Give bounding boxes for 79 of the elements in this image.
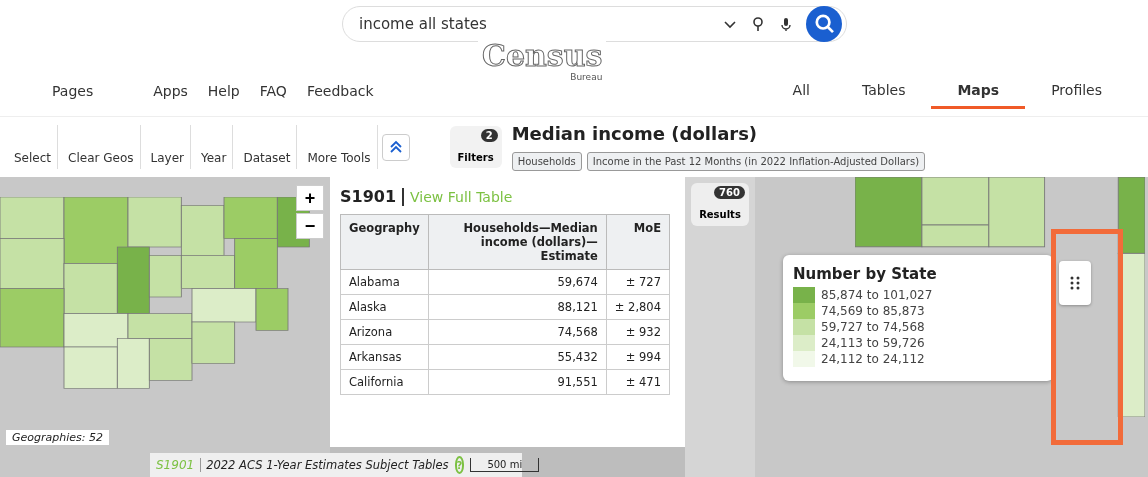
scale-bar: 500 mi [470,458,540,472]
state-shape[interactable] [0,197,65,240]
table-cell: ± 2,804 [606,294,670,320]
state-shape[interactable] [127,197,182,248]
state-shape[interactable] [63,313,129,348]
state-shape[interactable] [0,288,65,348]
state-shape[interactable] [988,177,1046,248]
state-shape[interactable] [116,246,150,315]
legend-label: 24,113 to 59,726 [821,336,925,350]
census-logo[interactable]: Census [482,40,603,72]
state-shape[interactable] [191,321,236,365]
search-icon[interactable] [806,6,842,42]
table-code: S1901 [340,187,397,206]
state-shape[interactable] [1117,177,1145,254]
table-cell: ± 471 [606,369,670,395]
column-header: Geography [340,214,429,270]
table-cell: 74,568 [428,319,607,345]
state-shape[interactable] [921,224,990,248]
results-button[interactable]: 760 Results [691,183,749,226]
search-input[interactable]: income all states [357,14,710,34]
table-cell: ± 727 [606,269,670,295]
search-field[interactable]: income all states [342,6,847,42]
legend-label: 59,727 to 74,568 [821,320,925,334]
state-shape[interactable] [63,263,118,315]
nav-tab[interactable]: All [766,73,836,109]
table-cell: 59,674 [428,269,607,295]
dataset-name: 2022 ACS 1-Year Estimates Subject Tables [200,458,449,472]
column-header: MoE [606,214,670,270]
state-shape[interactable] [180,254,236,290]
table-cell: Alaska [340,294,429,320]
state-shape[interactable] [234,238,278,290]
nav-link[interactable]: FAQ [259,83,287,99]
state-shape[interactable] [148,254,182,298]
nav-link[interactable]: Pages [52,83,94,99]
nav-link[interactable]: Help [207,83,240,99]
state-shape[interactable] [63,346,118,390]
table-cell: ± 994 [606,344,670,370]
geographies-count: Geographies: 52 [6,430,109,445]
logo-subtitle: Bureau [570,72,603,82]
state-shape[interactable] [255,288,289,331]
state-shape[interactable] [116,338,150,390]
legend-label: 85,874 to 101,027 [821,288,933,302]
filter-chip[interactable]: Income in the Past 12 Months (in 2022 Inflation-Adjusted Dollars) [586,152,926,171]
filter-chip[interactable]: Households [511,152,582,171]
table-cell: ± 932 [606,319,670,345]
table-cell: Alabama [340,269,429,295]
table-cell: Arkansas [340,344,429,370]
location-icon[interactable] [750,16,766,32]
table-cell: Arizona [340,319,429,345]
zoom-in-button[interactable]: + [296,185,324,211]
state-shape[interactable] [63,197,129,265]
state-shape[interactable] [180,204,225,256]
state-shape[interactable] [148,338,193,381]
nav-tab[interactable]: Tables [835,73,932,109]
table-cell: California [340,369,429,395]
table-cell: 91,551 [428,369,607,395]
zoom-out-button[interactable]: − [296,213,324,239]
state-shape[interactable] [223,197,278,240]
drag-handle-icon[interactable] [1059,261,1091,305]
state-shape[interactable] [127,313,193,340]
table-cell: 55,432 [428,344,607,370]
column-header: Households—Median income (dollars)—Estimate [428,214,607,270]
nav-tab[interactable]: Profiles [1025,73,1128,109]
state-shape[interactable] [191,288,257,323]
legend-label: 24,112 to 24,112 [821,352,925,366]
results-count-badge: 760 [714,186,745,199]
collapse-button[interactable] [381,133,410,161]
nav-link[interactable]: Apps [153,83,188,99]
page-title: Median income (dollars) [511,123,759,144]
nav-link[interactable]: Feedback [306,83,374,99]
legend-label: 74,569 to 85,873 [821,304,925,318]
table-cell: 88,121 [428,294,607,320]
state-shape[interactable] [855,177,923,248]
microphone-icon[interactable] [778,16,794,32]
state-shape[interactable] [0,238,65,290]
filter-count-badge: 2 [480,129,498,142]
legend-title: Number by State [793,265,938,283]
nav-tab[interactable]: Maps [931,73,1026,109]
filters-button[interactable]: 2 Filters [449,126,502,168]
